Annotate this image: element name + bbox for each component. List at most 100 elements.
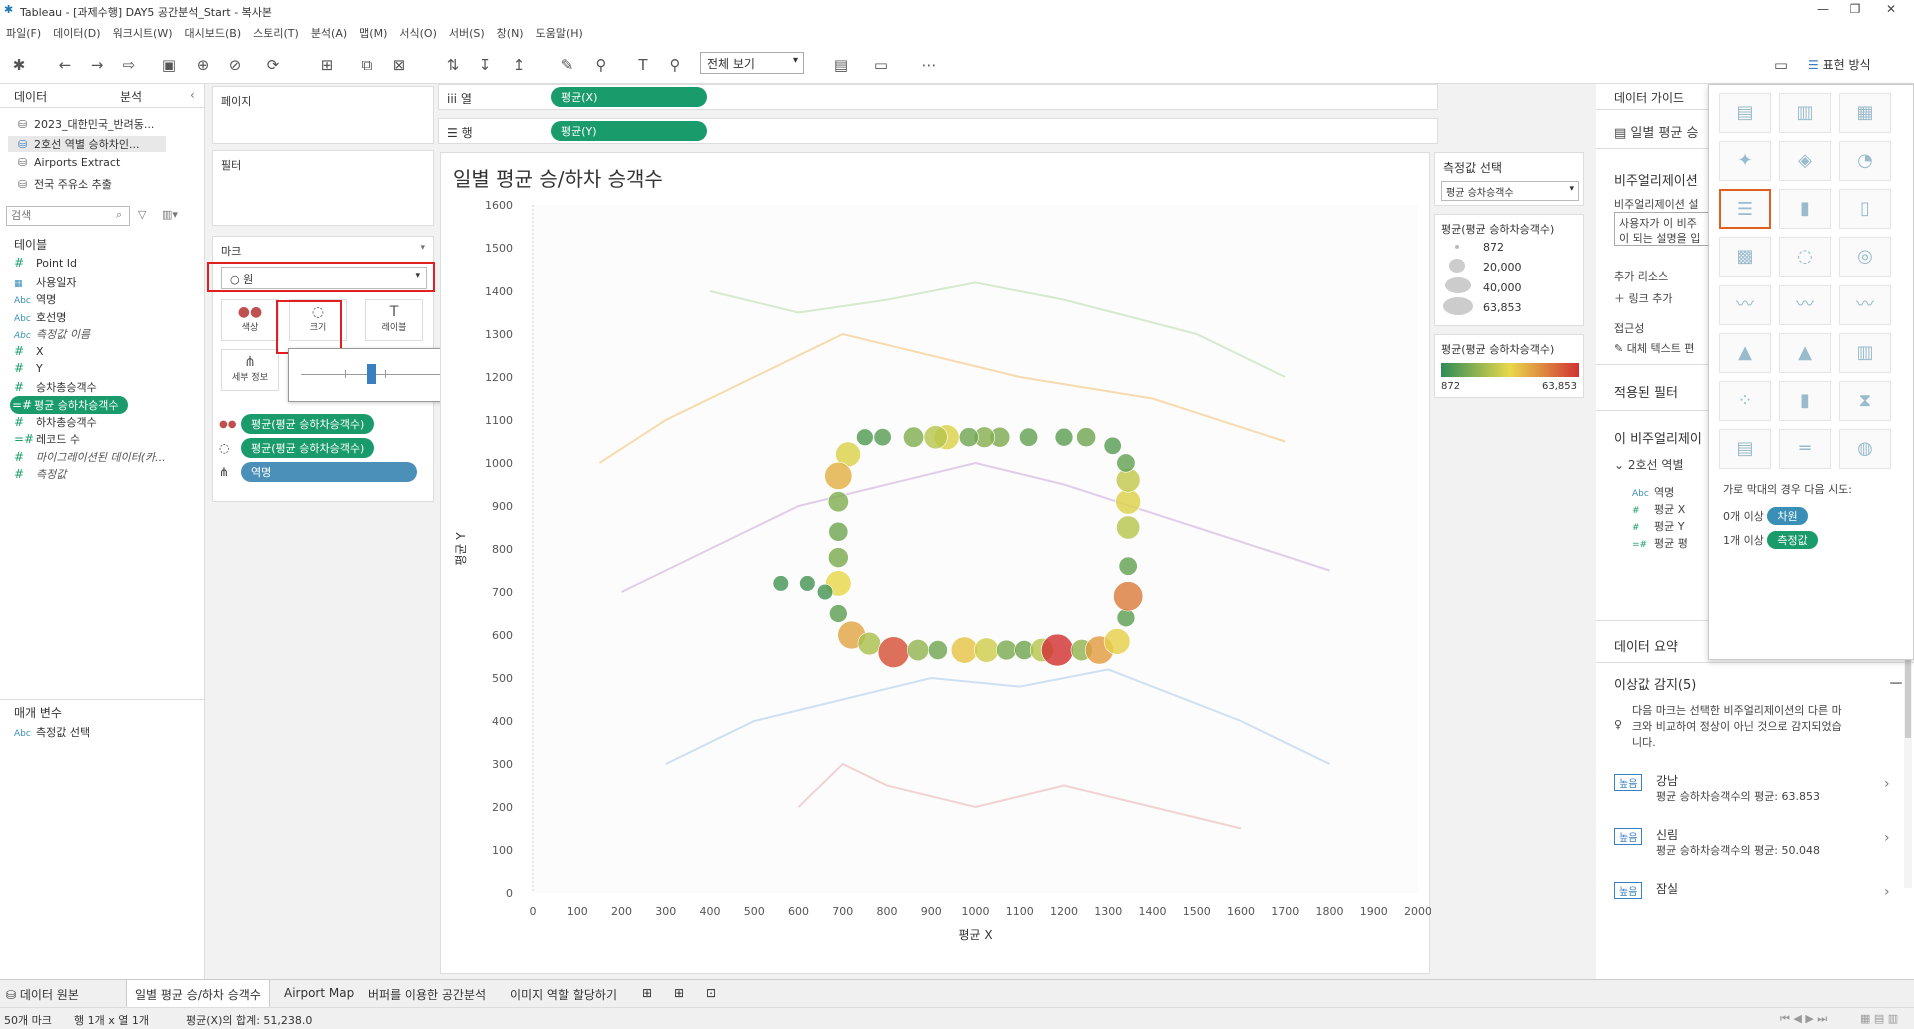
- chart-type-thumbnail[interactable]: ◔: [1839, 141, 1891, 181]
- outlier-item[interactable]: 높음 강남 평균 승하차승객수의 평균: 63.853 ›: [1614, 774, 1894, 814]
- chart-type-thumbnail[interactable]: ▤: [1719, 93, 1771, 133]
- tooltip-icon[interactable]: ▭: [1770, 54, 1792, 76]
- menu-format[interactable]: 서식(O): [393, 22, 442, 44]
- field-item[interactable]: # Y: [14, 361, 43, 375]
- chart-type-thumbnail[interactable]: ▦: [1839, 93, 1891, 133]
- size-slider-handle[interactable]: [367, 364, 376, 384]
- chart-type-thumbnail[interactable]: 〰: [1719, 285, 1771, 325]
- field-item[interactable]: # 마이그레이션된 데이터(카...: [14, 449, 166, 465]
- new-story-icon[interactable]: ⊡: [706, 986, 716, 1000]
- chart-type-thumbnail[interactable]: ◎: [1839, 237, 1891, 277]
- field-item[interactable]: # Point Id: [14, 256, 77, 270]
- tab-image-role[interactable]: 이미지 역할 할당하기: [510, 986, 617, 1003]
- chart-type-thumbnail[interactable]: ◍: [1839, 429, 1891, 469]
- close-icon[interactable]: ✕: [1876, 2, 1906, 20]
- duplicate-sheet-icon[interactable]: ⧉: [356, 54, 378, 76]
- field-item[interactable]: =# 평균 승하차승객수: [10, 396, 129, 414]
- field-item[interactable]: # 하차총승객수: [14, 414, 97, 430]
- highlight-icon[interactable]: ✎: [556, 54, 578, 76]
- parameter-dropdown[interactable]: 평균 승차승객수 ▾: [1441, 181, 1579, 201]
- chart-type-thumbnail[interactable]: 〰: [1839, 285, 1891, 325]
- add-link-button[interactable]: ＋ 링크 추가: [1614, 290, 1672, 306]
- outlier-item[interactable]: 높음 잠실 ›: [1614, 882, 1894, 922]
- tab-analysis[interactable]: 분석: [120, 88, 142, 105]
- chart-type-thumbnail[interactable]: ▮: [1779, 381, 1831, 421]
- redo-icon[interactable]: →: [86, 54, 108, 76]
- new-worksheet-icon[interactable]: ⊞: [316, 54, 338, 76]
- menu-file[interactable]: 파일(F): [0, 22, 47, 44]
- tab-buffer-analysis[interactable]: 버퍼를 이용한 공간분석: [368, 986, 486, 1003]
- chart-type-thumbnail[interactable]: ⧗: [1839, 381, 1891, 421]
- columns-shelf[interactable]: iii 열 평균(X): [438, 84, 1438, 110]
- field-search-input[interactable]: [6, 206, 130, 226]
- rows-pill[interactable]: 평균(Y): [551, 121, 707, 141]
- field-item[interactable]: # 측정값: [14, 466, 66, 482]
- chart-type-thumbnail[interactable]: ▲: [1719, 333, 1771, 373]
- share-icon[interactable]: ⋯: [918, 54, 940, 76]
- menu-story[interactable]: 스토리(T): [247, 22, 305, 44]
- detail-button[interactable]: ⋔ 세부 정보: [221, 349, 279, 391]
- datasource-item-selected[interactable]: ⛁ 2호선 역별 승하차인...: [8, 136, 166, 152]
- chart-type-thumbnail[interactable]: ⁘: [1719, 381, 1771, 421]
- field-item[interactable]: # 승차총승객수: [14, 379, 97, 395]
- rows-shelf[interactable]: ☰ 행 평균(Y): [438, 118, 1438, 144]
- marks-menu-icon[interactable]: ▾: [420, 243, 425, 253]
- field-item[interactable]: Abc 측정값 이름: [14, 326, 90, 342]
- tableau-home-icon[interactable]: ✱: [8, 54, 30, 76]
- fit-dropdown[interactable]: 전체 보기: [700, 52, 804, 74]
- showme-button[interactable]: ☰ 표현 방식: [1808, 56, 1871, 73]
- sort-asc-icon[interactable]: ↧: [474, 54, 496, 76]
- filters-card[interactable]: 필터: [212, 150, 434, 226]
- chart-type-thumbnail[interactable]: ▥: [1779, 93, 1831, 133]
- pin-icon[interactable]: ⚲: [664, 54, 686, 76]
- detail-field-pill[interactable]: 역명: [241, 462, 417, 482]
- alt-text-button[interactable]: ✎ 대체 텍스트 편: [1614, 340, 1694, 356]
- chart-type-thumbnail[interactable]: ▥: [1839, 333, 1891, 373]
- show-cards-icon[interactable]: ▤: [830, 54, 852, 76]
- size-field-pill[interactable]: 평균(평균 승하차승객수): [241, 438, 375, 458]
- menu-server[interactable]: 서버(S): [443, 22, 491, 44]
- menu-worksheet[interactable]: 워크시트(W): [107, 22, 179, 44]
- pages-card[interactable]: 페이지: [212, 86, 434, 144]
- label-button[interactable]: T 레이블: [365, 299, 423, 341]
- group-icon[interactable]: ⚲: [590, 54, 612, 76]
- chart-type-thumbnail[interactable]: ◈: [1779, 141, 1831, 181]
- new-worksheet-icon[interactable]: ⊞: [642, 986, 652, 1000]
- viz-description-box[interactable]: 사용자가 이 비주 이 되는 설명을 입: [1614, 212, 1714, 246]
- menu-data[interactable]: 데이터(D): [47, 22, 106, 44]
- menu-analysis[interactable]: 분석(A): [305, 22, 353, 44]
- presentation-icon[interactable]: ▭: [870, 54, 892, 76]
- chart-type-thumbnail[interactable]: ▩: [1719, 237, 1771, 277]
- color-field-pill[interactable]: 평균(평균 승하차승객수): [241, 414, 375, 434]
- undo-icon[interactable]: ←: [54, 54, 76, 76]
- tab-airport-map[interactable]: Airport Map: [284, 986, 354, 1000]
- chart-type-thumbnail[interactable]: ☰: [1719, 189, 1771, 229]
- labels-icon[interactable]: T: [632, 54, 654, 76]
- field-item[interactable]: # X: [14, 344, 44, 358]
- view-mode-icon[interactable]: ▦ ▤ ▥: [1860, 1012, 1898, 1025]
- menu-window[interactable]: 창(N): [491, 22, 530, 44]
- restore-icon[interactable]: ❐: [1840, 2, 1870, 20]
- collapse-minus-icon[interactable]: －: [1888, 670, 1904, 694]
- filter-icon[interactable]: ▽: [138, 208, 146, 221]
- chart-type-thumbnail[interactable]: ▮: [1779, 189, 1831, 229]
- datasource-item[interactable]: ⛁ 2023_대한민국_반려동...: [18, 116, 154, 132]
- columns-pill[interactable]: 평균(X): [551, 87, 707, 107]
- datasource-item[interactable]: ⛁ 전국 주유소 추출: [18, 176, 112, 192]
- chart-type-thumbnail[interactable]: ▲: [1779, 333, 1831, 373]
- replay-icon[interactable]: ⇨: [118, 54, 140, 76]
- nav-arrows-icon[interactable]: ⏮ ◀ ▶ ⏭: [1780, 1012, 1827, 1026]
- outlier-item[interactable]: 높음 신림 평균 승하차승객수의 평균: 50.048 ›: [1614, 828, 1894, 868]
- color-button[interactable]: ●● 색상: [221, 299, 279, 341]
- parameter-item[interactable]: Abc 측정값 선택: [14, 724, 90, 740]
- tab-sheet-daily-avg[interactable]: 일별 평균 승/하차 승객수: [126, 980, 270, 1008]
- collapse-icon[interactable]: ‹: [190, 88, 195, 102]
- refresh-icon[interactable]: ⟳: [262, 54, 284, 76]
- chart-type-thumbnail[interactable]: ✦: [1719, 141, 1771, 181]
- new-dashboard-icon[interactable]: ⊞: [674, 986, 684, 1000]
- sort-desc-icon[interactable]: ↥: [508, 54, 530, 76]
- clear-sheet-icon[interactable]: ⊠: [388, 54, 410, 76]
- chart-type-thumbnail[interactable]: ▯: [1839, 189, 1891, 229]
- chart-type-thumbnail[interactable]: ═: [1779, 429, 1831, 469]
- tab-data[interactable]: 데이터: [14, 88, 47, 105]
